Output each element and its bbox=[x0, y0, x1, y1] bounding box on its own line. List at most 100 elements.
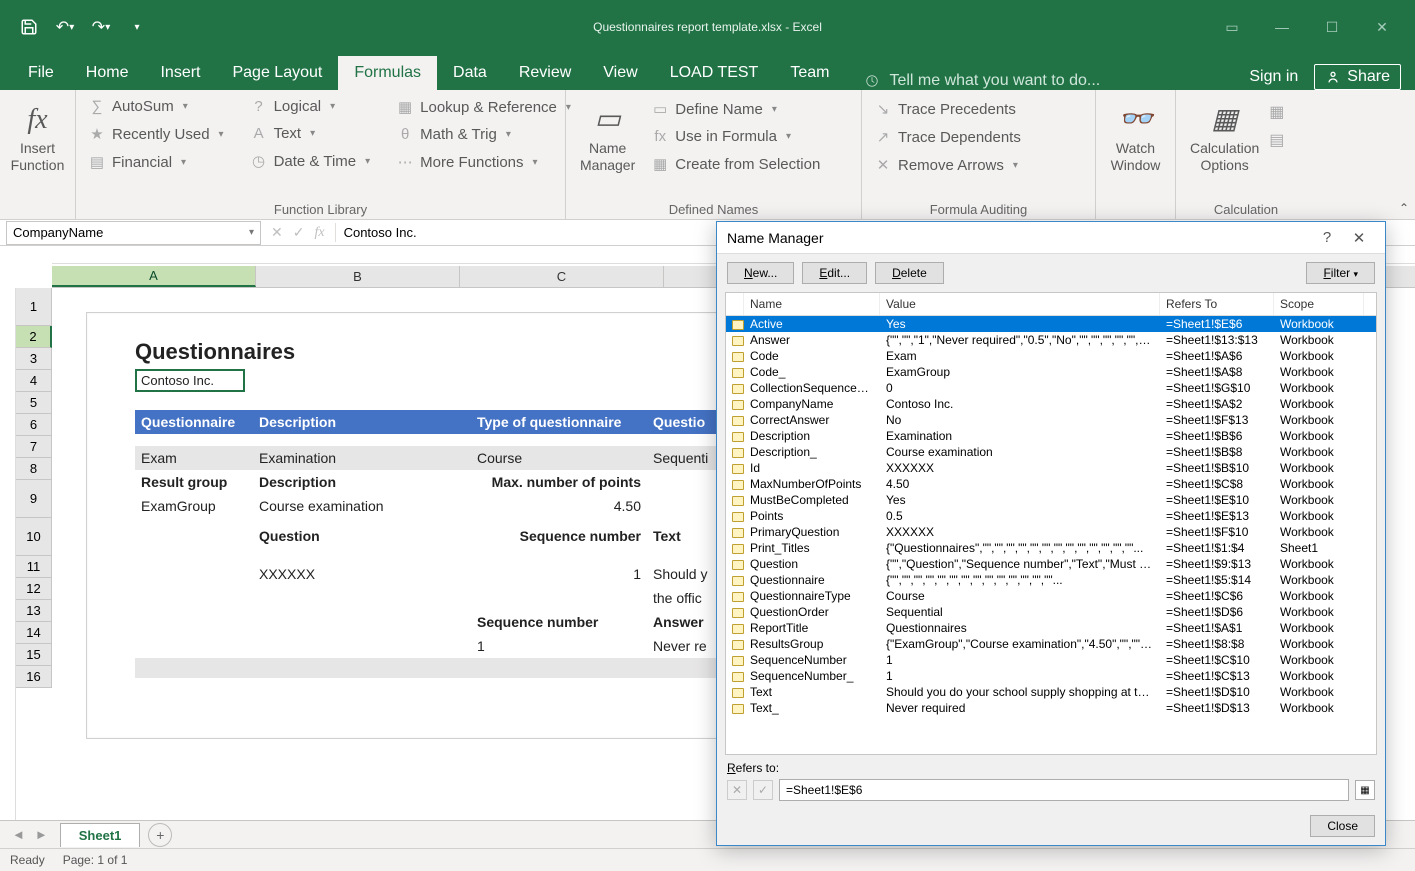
more-functions-button[interactable]: ⋯More Functions▾ bbox=[392, 151, 575, 173]
name-row[interactable]: MustBeCompletedYes=Sheet1!$E$10Workbook bbox=[726, 492, 1376, 508]
name-manager-button[interactable]: ▭ Name Manager bbox=[574, 96, 641, 178]
row-header-2[interactable]: 2 bbox=[16, 326, 52, 348]
name-row[interactable]: CompanyNameContoso Inc.=Sheet1!$A$2Workb… bbox=[726, 396, 1376, 412]
tell-me-search[interactable]: Tell me what you want to do... bbox=[863, 72, 1100, 90]
sheet-next-icon[interactable]: ► bbox=[31, 827, 52, 842]
row-header-6[interactable]: 6 bbox=[16, 414, 52, 436]
name-row[interactable]: ReportTitleQuestionnaires=Sheet1!$A$1Wor… bbox=[726, 620, 1376, 636]
name-row[interactable]: Points0.5=Sheet1!$E$13Workbook bbox=[726, 508, 1376, 524]
calc-now-icon[interactable]: ▦ bbox=[1269, 102, 1284, 122]
sign-in-button[interactable]: Sign in bbox=[1249, 68, 1298, 86]
row-header-11[interactable]: 11 bbox=[16, 556, 52, 578]
autosum-button[interactable]: ∑AutoSum▾ bbox=[84, 96, 228, 117]
create-from-selection-button[interactable]: ▦Create from Selection bbox=[647, 153, 824, 175]
trace-dependents-button[interactable]: ↗Trace Dependents bbox=[870, 126, 1087, 148]
close-button[interactable]: Close bbox=[1310, 815, 1375, 837]
name-row[interactable]: ActiveYes=Sheet1!$E$6Workbook bbox=[726, 316, 1376, 332]
row-header-13[interactable]: 13 bbox=[16, 600, 52, 622]
tab-team[interactable]: Team bbox=[774, 56, 845, 90]
name-row[interactable]: CodeExam=Sheet1!$A$6Workbook bbox=[726, 348, 1376, 364]
row-header-8[interactable]: 8 bbox=[16, 458, 52, 480]
new-button[interactable]: NNew...ew... bbox=[727, 262, 794, 284]
calc-sheet-icon[interactable]: ▤ bbox=[1269, 130, 1284, 150]
minimize-icon[interactable]: — bbox=[1259, 11, 1305, 43]
tab-data[interactable]: Data bbox=[437, 56, 503, 90]
row-header-12[interactable]: 12 bbox=[16, 578, 52, 600]
close-dialog-icon[interactable]: ✕ bbox=[1343, 229, 1375, 247]
name-row[interactable]: Answer{"","","1","Never required","0.5",… bbox=[726, 332, 1376, 348]
row-header-10[interactable]: 10 bbox=[16, 518, 52, 556]
name-row[interactable]: QuestionOrderSequential=Sheet1!$D$6Workb… bbox=[726, 604, 1376, 620]
lookup-button[interactable]: ▦Lookup & Reference▾ bbox=[392, 96, 575, 118]
name-row[interactable]: Questionnaire{"","","","","","","","",""… bbox=[726, 572, 1376, 588]
collapse-ribbon-icon[interactable]: ⌃ bbox=[1399, 201, 1409, 215]
ribbon-display-icon[interactable]: ▭ bbox=[1209, 11, 1255, 43]
name-box[interactable]: CompanyName ▾ bbox=[6, 221, 261, 245]
name-row[interactable]: DescriptionExamination=Sheet1!$B$6Workbo… bbox=[726, 428, 1376, 444]
tab-home[interactable]: Home bbox=[70, 56, 145, 90]
redo-icon[interactable]: ↷▾ bbox=[90, 16, 112, 38]
name-row[interactable]: CollectionSequenceNu...0=Sheet1!$G$10Wor… bbox=[726, 380, 1376, 396]
row-header-1[interactable]: 1 bbox=[16, 288, 52, 326]
delete-button[interactable]: Delete bbox=[875, 262, 944, 284]
fx-bar-icon[interactable]: fx bbox=[314, 225, 324, 241]
tab-review[interactable]: Review bbox=[503, 56, 587, 90]
math-button[interactable]: θMath & Trig▾ bbox=[392, 124, 575, 145]
remove-arrows-button[interactable]: ✕Remove Arrows▾ bbox=[870, 154, 1087, 176]
refers-cancel-icon[interactable]: ✕ bbox=[727, 780, 747, 800]
name-row[interactable]: Text_Never required=Sheet1!$D$13Workbook bbox=[726, 700, 1376, 716]
text-button[interactable]: AText▾ bbox=[246, 123, 375, 144]
accept-formula-icon[interactable]: ✓ bbox=[293, 224, 305, 241]
name-row[interactable]: CorrectAnswerNo=Sheet1!$F$13Workbook bbox=[726, 412, 1376, 428]
range-picker-icon[interactable]: ▦ bbox=[1355, 780, 1375, 800]
add-sheet-button[interactable]: + bbox=[148, 823, 172, 847]
trace-precedents-button[interactable]: ↘Trace Precedents bbox=[870, 98, 1087, 120]
recently-used-button[interactable]: ★Recently Used▾ bbox=[84, 123, 228, 145]
name-row[interactable]: ResultsGroup{"ExamGroup","Course examina… bbox=[726, 636, 1376, 652]
cancel-formula-icon[interactable]: ✕ bbox=[271, 224, 283, 241]
calculation-options-button[interactable]: ▦ Calculation Options bbox=[1184, 96, 1265, 178]
tab-file[interactable]: File bbox=[12, 56, 70, 90]
name-row[interactable]: SequenceNumber1=Sheet1!$C$10Workbook bbox=[726, 652, 1376, 668]
row-header-9[interactable]: 9 bbox=[16, 480, 52, 518]
dialog-title-bar[interactable]: Name Manager ? ✕ bbox=[717, 222, 1385, 254]
save-icon[interactable] bbox=[18, 16, 40, 38]
row-header-15[interactable]: 15 bbox=[16, 644, 52, 666]
qat-customize-icon[interactable]: ▾ bbox=[126, 16, 148, 38]
col-header-c[interactable]: C bbox=[460, 266, 664, 287]
tab-page-layout[interactable]: Page Layout bbox=[216, 56, 338, 90]
name-row[interactable]: IdXXXXXX=Sheet1!$B$10Workbook bbox=[726, 460, 1376, 476]
close-icon[interactable]: ✕ bbox=[1359, 11, 1405, 43]
refers-to-input[interactable] bbox=[779, 779, 1349, 801]
col-header-b[interactable]: B bbox=[256, 266, 460, 287]
watch-window-button[interactable]: 👓 Watch Window bbox=[1104, 96, 1167, 178]
name-row[interactable]: Question{"","Question","Sequence number"… bbox=[726, 556, 1376, 572]
tab-view[interactable]: View bbox=[587, 56, 653, 90]
name-row[interactable]: SequenceNumber_1=Sheet1!$C$13Workbook bbox=[726, 668, 1376, 684]
sheet-tab-sheet1[interactable]: Sheet1 bbox=[60, 823, 141, 847]
date-time-button[interactable]: ◷Date & Time▾ bbox=[246, 150, 375, 172]
row-header-5[interactable]: 5 bbox=[16, 392, 52, 414]
name-row[interactable]: PrimaryQuestionXXXXXX=Sheet1!$F$10Workbo… bbox=[726, 524, 1376, 540]
logical-button[interactable]: ?Logical▾ bbox=[246, 96, 375, 117]
row-header-4[interactable]: 4 bbox=[16, 370, 52, 392]
use-in-formula-button[interactable]: fxUse in Formula▾ bbox=[647, 126, 824, 147]
name-row[interactable]: Print_Titles{"Questionnaires","","","","… bbox=[726, 540, 1376, 556]
name-list[interactable]: Name Value Refers To Scope ActiveYes=She… bbox=[725, 292, 1377, 755]
name-row[interactable]: MaxNumberOfPoints4.50=Sheet1!$C$8Workboo… bbox=[726, 476, 1376, 492]
tab-load-test[interactable]: LOAD TEST bbox=[654, 56, 775, 90]
name-row[interactable]: Description_Course examination=Sheet1!$B… bbox=[726, 444, 1376, 460]
name-row[interactable]: QuestionnaireTypeCourse=Sheet1!$C$6Workb… bbox=[726, 588, 1376, 604]
tab-formulas[interactable]: Formulas bbox=[338, 56, 437, 90]
active-cell[interactable]: Contoso Inc. bbox=[135, 369, 245, 392]
edit-button[interactable]: Edit... bbox=[802, 262, 867, 284]
insert-function-button[interactable]: fx Insert Function bbox=[8, 96, 67, 178]
col-header-a[interactable]: A bbox=[52, 266, 256, 287]
row-header-3[interactable]: 3 bbox=[16, 348, 52, 370]
sheet-prev-icon[interactable]: ◄ bbox=[8, 827, 29, 842]
name-row[interactable]: Code_ExamGroup=Sheet1!$A$8Workbook bbox=[726, 364, 1376, 380]
maximize-icon[interactable]: ☐ bbox=[1309, 11, 1355, 43]
row-header-14[interactable]: 14 bbox=[16, 622, 52, 644]
help-icon[interactable]: ? bbox=[1311, 229, 1343, 246]
define-name-button[interactable]: ▭Define Name▾ bbox=[647, 98, 824, 120]
